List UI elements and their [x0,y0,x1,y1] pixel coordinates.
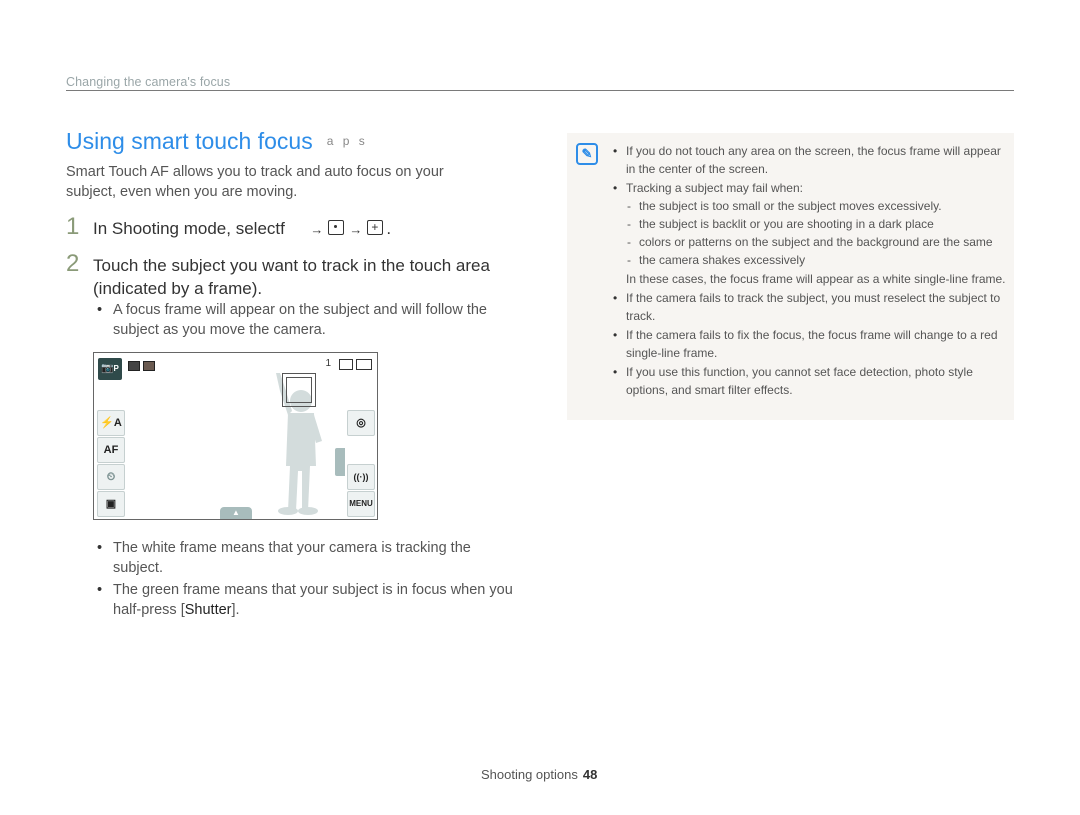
shutter-button-label: Shutter [184,602,232,618]
step2-bullets: A focus frame will appear on the subject… [93,300,503,340]
side-tab [335,448,345,476]
focus-area-icon [328,220,345,235]
note-item: Tracking a subject may fail when: the su… [611,179,1006,269]
period: . [386,219,392,238]
note-item: If you use this function, you cannot set… [611,363,1006,399]
step-number: 1 [66,213,80,240]
shot-count: 1 [325,358,331,369]
note-text: Tracking a subject may fail when: [626,181,803,195]
list-item: The white frame means that your camera i… [93,538,523,578]
note-item: In these cases, the focus frame will app… [626,272,1006,286]
camera-screen-illustration: 📷P 1 ⚡A AF ⏲ ▣ ◎ ((·)) MENU ▲ [93,352,378,520]
sub-list: the subject is too small or the subject … [626,197,1006,269]
note-item: If the camera fails to track the subject… [611,289,1006,325]
arrow-icon: → [349,222,363,237]
text: ]. [231,602,240,618]
ois-button: ◎ [347,410,375,436]
note-item: If the camera fails to fix the focus, th… [611,326,1006,362]
wireless-button: ((·)) [347,464,375,490]
battery-icon [356,359,372,370]
arrow-icon: → [310,222,324,237]
resolution-icon [128,361,140,371]
list-item: The green frame means that your subject … [93,580,523,620]
step-text: Touch the subject you want to track in t… [93,256,490,298]
bottom-tab: ▲ [220,507,252,519]
note-list: If you do not touch any area on the scre… [611,142,1006,400]
step-text-before: In Shooting mode, select [93,219,281,238]
focus-frame [282,373,316,407]
step-text: In Shooting mode, selectf → →. [93,216,392,241]
sub-item: colors or patterns on the subject and th… [626,233,1006,251]
note-box: ✎ If you do not touch any area on the sc… [567,133,1014,420]
timer-off-button: ⏲ [97,464,125,490]
note-icon: ✎ [576,143,598,165]
note-item: If you do not touch any area on the scre… [611,142,1006,178]
page-number: 48 [582,767,598,782]
display-button: ▣ [97,491,125,517]
smart-touch-af-icon [367,216,384,239]
sub-item: the camera shakes excessively [626,251,1006,269]
mode-icons: a p s [326,134,368,148]
quality-icon [143,361,155,371]
footer-section: Shooting options [481,767,578,782]
text: The green frame means that your subject … [113,582,513,618]
page-title: Using smart touch focus a p s [66,128,368,155]
frame-bullets: The white frame means that your camera i… [93,538,523,622]
camera-mode-icon: 📷P [98,358,122,380]
menu-button: MENU [347,491,375,517]
section-header: Changing the camera's focus [66,75,231,89]
flash-auto-button: ⚡A [97,410,125,436]
title-text: Using smart touch focus [66,128,313,154]
sub-item: the subject is too small or the subject … [626,197,1006,215]
memory-card-icon [339,359,353,370]
sub-item: the subject is backlit or you are shooti… [626,215,1006,233]
page-footer: Shooting options 48 [481,767,597,782]
key-glyph: f [280,219,285,238]
list-item: A focus frame will appear on the subject… [93,300,503,340]
step-number: 2 [66,250,80,277]
intro-paragraph: Smart Touch AF allows you to track and a… [66,164,444,200]
af-button: AF [97,437,125,463]
